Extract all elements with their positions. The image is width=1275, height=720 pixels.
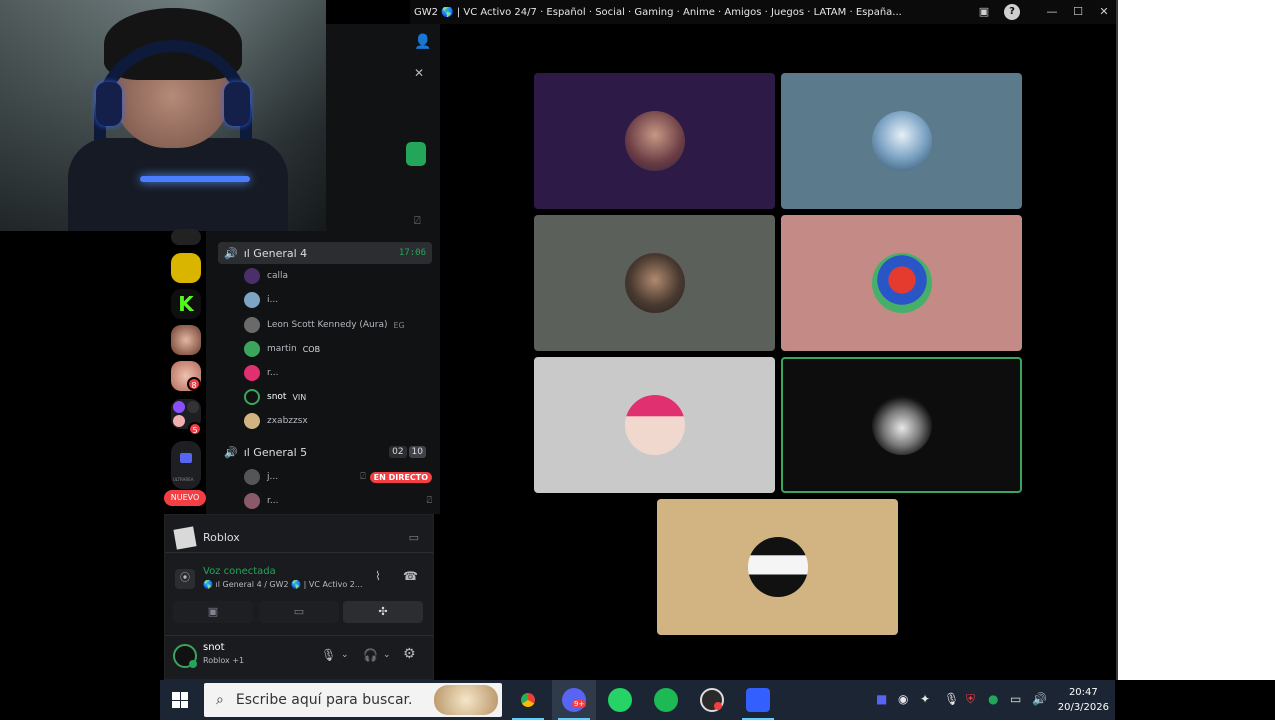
tray-status-icon[interactable]: ●: [988, 692, 998, 706]
webcam-overlay: [0, 0, 326, 231]
speaker-icon: 🔊: [224, 246, 238, 260]
voice-user[interactable]: Leon Scott Kennedy (Aura) EG: [244, 315, 405, 335]
camera-off-icon[interactable]: ▣: [173, 601, 253, 623]
noise-suppression-icon[interactable]: ⌇: [375, 569, 381, 583]
voice-user[interactable]: r...: [244, 363, 278, 383]
participant-avatar: [871, 395, 932, 455]
participant-tile[interactable]: [657, 499, 898, 635]
voice-user[interactable]: i...: [244, 290, 278, 310]
participant-tile[interactable]: [781, 73, 1022, 209]
participant-tile[interactable]: [781, 215, 1022, 351]
tray-obs-icon[interactable]: ◉: [898, 692, 908, 706]
kick-server-icon[interactable]: K: [171, 289, 201, 319]
whatsapp-icon[interactable]: [608, 688, 632, 712]
chevron-down-icon[interactable]: ⌄: [383, 650, 391, 660]
speaker-icon: 🔊: [224, 445, 238, 459]
taskbar-clock[interactable]: 20:47 20/3/2026: [1058, 685, 1109, 715]
desktop-background: [1118, 0, 1275, 680]
stream-icon[interactable]: ▭: [409, 531, 419, 544]
participant-tile[interactable]: [534, 73, 775, 209]
voice-user[interactable]: martin COB: [244, 339, 320, 359]
participant-avatar: [624, 111, 685, 171]
voice-user-self[interactable]: snot VIN: [244, 387, 306, 407]
participant-avatar: [871, 111, 932, 171]
chrome-icon[interactable]: [516, 688, 540, 712]
roblox-taskbar-icon[interactable]: [746, 688, 770, 712]
user-count: 02: [389, 446, 407, 458]
live-badge: EN DIRECTO: [369, 471, 432, 483]
phone-light: [140, 176, 250, 182]
voice-user[interactable]: r... ⍁: [244, 491, 432, 511]
close-icon[interactable]: ✕: [414, 66, 424, 80]
participant-tile[interactable]: [534, 357, 775, 493]
close-button[interactable]: ✕: [1096, 4, 1112, 20]
participant-avatar: [747, 537, 808, 597]
search-icon: ⌕: [216, 692, 224, 708]
volume-icon[interactable]: 🔊: [1032, 692, 1047, 706]
headphones-icon[interactable]: 🎧: [363, 648, 378, 662]
voice-status: ⦿ Voz conectada 🌎 ıl General 4 / GW2 🌎 |…: [165, 563, 433, 599]
activity-row: Roblox ▭: [165, 523, 433, 553]
add-friend-icon[interactable]: 👤: [414, 34, 431, 50]
search-highlight-image: [434, 685, 498, 715]
notification-badge: 5: [188, 422, 202, 436]
activities-button[interactable]: ✣: [343, 601, 423, 623]
online-status-dot: [189, 660, 197, 668]
maximize-button[interactable]: ☐: [1070, 4, 1086, 20]
voice-user[interactable]: zxabzzsx: [244, 411, 308, 431]
windows-start-icon[interactable]: [172, 692, 188, 708]
taskbar-search[interactable]: ⌕ Escribe aquí para buscar.: [204, 683, 502, 717]
user-limit: 10: [408, 446, 426, 458]
chevron-down-icon[interactable]: ⌄: [341, 650, 349, 660]
help-icon[interactable]: ?: [1004, 4, 1020, 20]
voice-user[interactable]: j... ⍁ EN DIRECTO: [244, 467, 432, 487]
mute-icon: ⍁: [414, 214, 421, 227]
call-timer: 17:06: [398, 248, 426, 258]
participant-avatar: [624, 253, 685, 313]
server-icon[interactable]: [171, 325, 201, 355]
username: snot: [203, 642, 225, 653]
tray-app-icon[interactable]: ✦: [920, 692, 930, 706]
disconnect-icon[interactable]: ☎: [403, 569, 418, 583]
spotify-icon[interactable]: [654, 688, 678, 712]
windows-taskbar: ⌕ Escribe aquí para buscar. 9+ ■ ◉ ✦ 🎙 ⛨…: [160, 680, 1115, 720]
server-icon[interactable]: [171, 229, 201, 245]
server-folder[interactable]: ULTRAREA: [171, 441, 201, 489]
server-icon[interactable]: [171, 253, 201, 283]
participant-tile-speaking[interactable]: [781, 357, 1022, 493]
user-area: snot Roblox +1 🎙 ⌄ 🎧 ⌄ ⚙: [165, 635, 433, 675]
mute-icon: ⍁: [360, 472, 366, 482]
mute-icon: ⍁: [426, 496, 432, 506]
roblox-icon: [173, 525, 197, 550]
user-panel: Roblox ▭ ⦿ Voz conectada 🌎 ıl General 4 …: [164, 514, 434, 680]
sidebar-top-panel: 👤 ✕ ⍁: [326, 24, 440, 231]
network-icon[interactable]: ▭: [1010, 692, 1021, 706]
window-titlebar: GW2 🌎 | VC Activo 24/7 · Español · Socia…: [410, 0, 1116, 24]
signal-icon[interactable]: ⦿: [175, 569, 195, 589]
voice-user[interactable]: calla: [244, 266, 288, 286]
participant-tile[interactable]: [534, 215, 775, 351]
tray-shield-icon[interactable]: ⛨: [966, 692, 975, 707]
person-body: [68, 138, 288, 231]
server-list: K 8 5 ULTRAREA NUEVO: [164, 229, 206, 514]
new-badge[interactable]: NUEVO: [164, 490, 206, 506]
discord-badge: 9+: [572, 700, 587, 708]
green-indicator: [406, 142, 426, 166]
participant-avatar: [624, 395, 685, 455]
gear-icon[interactable]: ⚙: [403, 646, 416, 662]
channel-list: 🔊 ıl General 4 17:06 calla i... Leon Sco…: [206, 231, 440, 514]
voice-channel-general-5[interactable]: 🔊 ıl General 5 02 10: [218, 441, 432, 463]
screen-share-button[interactable]: ▭: [259, 601, 339, 623]
screen-share-icon[interactable]: ▣: [976, 4, 992, 20]
voice-channel-general-4[interactable]: 🔊 ıl General 4 17:06: [218, 242, 432, 264]
microphone-icon[interactable]: 🎙: [321, 648, 336, 662]
tray-mic-icon[interactable]: 🎙: [944, 692, 959, 706]
minimize-button[interactable]: —: [1044, 4, 1060, 20]
notification-badge: 8: [187, 377, 201, 391]
participant-avatar: [871, 253, 932, 313]
window-title: GW2 🌎 | VC Activo 24/7 · Español · Socia…: [414, 6, 902, 18]
tray-discord-icon[interactable]: ■: [876, 692, 887, 706]
user-activity: Roblox +1: [203, 656, 245, 665]
